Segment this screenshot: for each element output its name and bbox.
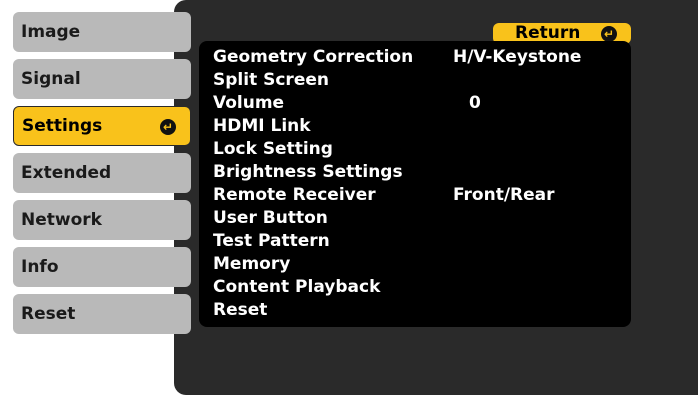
menu-item-user-button[interactable]: User Button (213, 207, 623, 230)
menu-item-label: Remote Receiver (213, 185, 376, 205)
menu-item-value: H/V-Keystone (453, 47, 582, 67)
menu-item-geometry-correction[interactable]: Geometry Correction H/V-Keystone (213, 46, 623, 69)
menu-item-reset[interactable]: Reset (213, 299, 623, 322)
enter-icon: ↵ (160, 119, 176, 135)
menu-item-lock-setting[interactable]: Lock Setting (213, 138, 623, 161)
tab-reset[interactable]: Reset (13, 294, 191, 334)
menu-item-label: Test Pattern (213, 231, 330, 251)
tab-label: Reset (21, 304, 76, 324)
tab-label: Info (21, 257, 59, 277)
menu-item-label: Lock Setting (213, 139, 333, 159)
tab-label: Extended (21, 163, 112, 183)
menu-item-brightness-settings[interactable]: Brightness Settings (213, 161, 623, 184)
menu-item-label: User Button (213, 208, 328, 228)
tab-label: Settings (22, 116, 103, 136)
menu-item-value: 0 (469, 93, 481, 113)
menu-item-split-screen[interactable]: Split Screen (213, 69, 623, 92)
menu-item-hdmi-link[interactable]: HDMI Link (213, 115, 623, 138)
enter-icon: ↵ (601, 26, 617, 42)
tab-signal[interactable]: Signal (13, 59, 191, 99)
tab-image[interactable]: Image (13, 12, 191, 52)
settings-menu: Geometry Correction H/V-Keystone Split S… (199, 41, 631, 327)
tab-extended[interactable]: Extended (13, 153, 191, 193)
menu-item-test-pattern[interactable]: Test Pattern (213, 230, 623, 253)
menu-item-label: Geometry Correction (213, 47, 414, 67)
menu-item-memory[interactable]: Memory (213, 253, 623, 276)
menu-item-label: Volume (213, 93, 285, 113)
tab-label: Network (21, 210, 102, 230)
tab-label: Image (21, 22, 81, 42)
menu-item-remote-receiver[interactable]: Remote Receiver Front/Rear (213, 184, 623, 207)
tab-network[interactable]: Network (13, 200, 191, 240)
tab-label: Signal (21, 69, 81, 89)
menu-item-label: Content Playback (213, 277, 381, 297)
menu-item-value: Front/Rear (453, 185, 555, 205)
menu-item-content-playback[interactable]: Content Playback (213, 276, 623, 299)
menu-item-volume[interactable]: Volume 0 (213, 92, 623, 115)
menu-item-label: Split Screen (213, 70, 329, 90)
menu-item-label: Memory (213, 254, 291, 274)
menu-item-label: HDMI Link (213, 116, 311, 136)
tab-info[interactable]: Info (13, 247, 191, 287)
menu-item-label: Reset (213, 300, 268, 320)
menu-item-label: Brightness Settings (213, 162, 403, 182)
tab-settings[interactable]: Settings ↵ (13, 106, 191, 146)
return-label: Return (515, 23, 581, 43)
